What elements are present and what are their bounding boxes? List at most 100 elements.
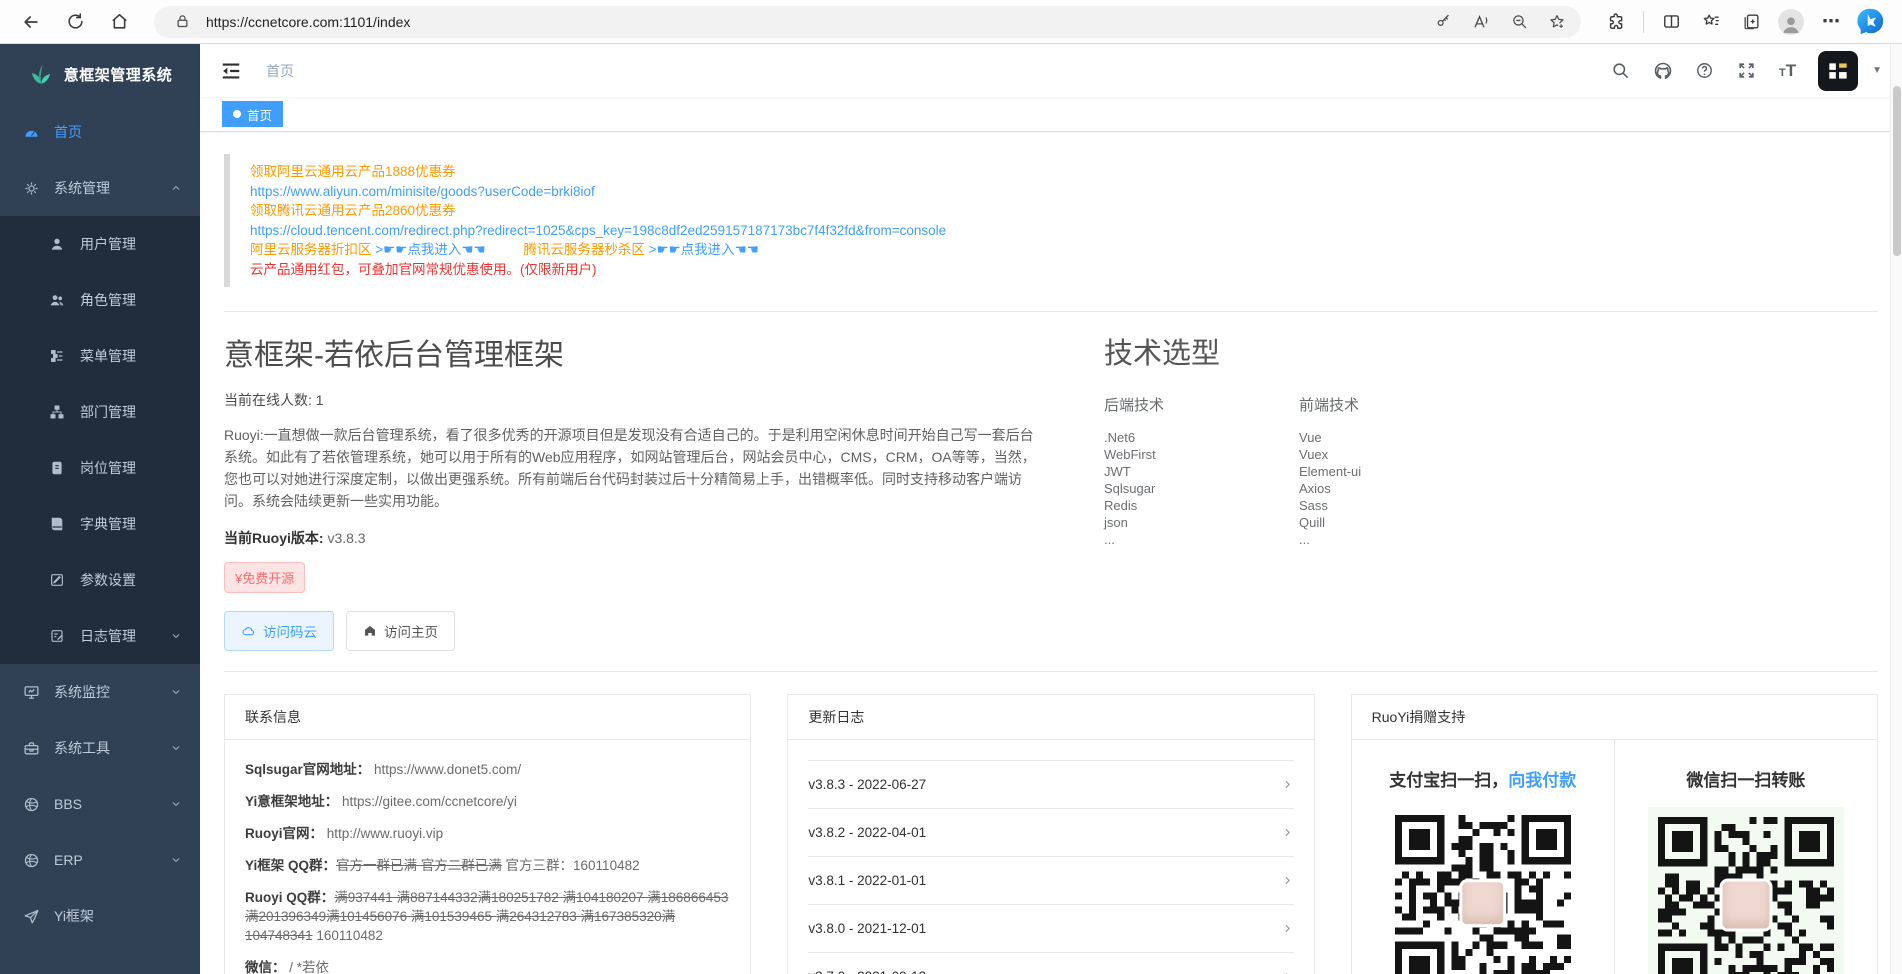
browser-toolbar: https://ccnetcore.com:1101/index (0, 0, 1902, 44)
log-icon (48, 627, 66, 645)
breadcrumb[interactable]: 首页 (266, 61, 294, 81)
tech-item: WebFirst (1104, 446, 1299, 463)
wechat-donate-column: 微信扫一扫转账 (1615, 740, 1877, 974)
refresh-icon[interactable] (58, 5, 92, 39)
fullscreen-icon[interactable] (1737, 61, 1757, 81)
aliyun-link[interactable]: https://www.aliyun.com/minisite/goods?us… (250, 182, 1858, 202)
user-icon (48, 235, 66, 253)
settings-more-icon[interactable]: ⋯ (1814, 5, 1848, 39)
notice-line: 领取腾讯云通用云产品2860优惠券 (250, 201, 1858, 221)
tencent-link[interactable]: https://cloud.tencent.com/redirect.php?r… (250, 221, 1858, 241)
changelog-item[interactable]: v3.8.1 - 2022-01-01 (808, 857, 1293, 905)
sidebar-item-label: 日志管理 (80, 626, 136, 646)
sidebar-item-post-mgmt[interactable]: 岗位管理 (0, 440, 200, 496)
extensions-icon[interactable] (1599, 5, 1633, 39)
sidebar-item-system-tools[interactable]: 系统工具 (0, 720, 200, 776)
visit-homepage-button[interactable]: 访问主页 (346, 611, 455, 651)
sidebar-item-label: 首页 (54, 122, 82, 142)
sidebar-item-bbs[interactable]: BBS (0, 776, 200, 832)
visit-gitee-button[interactable]: 访问码云 (224, 611, 334, 651)
ali-discount-link[interactable]: >☛☛点我进入☚☚ (375, 242, 485, 257)
contact-row: Sqlsugar官网地址： https://www.donet5.com/ (245, 760, 730, 779)
tech-title: 技术选型 (1104, 330, 1494, 372)
profile-avatar[interactable] (1774, 5, 1808, 39)
tencent-discount-link[interactable]: >☛☛点我进入☚☚ (649, 242, 759, 257)
contact-row: Ruoyi官网： http://www.ruoyi.vip (245, 824, 730, 843)
github-icon[interactable] (1653, 61, 1673, 81)
tech-item: json (1104, 514, 1299, 531)
sidebar-item-label: 用户管理 (80, 234, 136, 254)
chevron-down-icon (170, 854, 182, 866)
sidebar-item-dept-mgmt[interactable]: 部门管理 (0, 384, 200, 440)
zoom-out-icon[interactable] (1505, 8, 1533, 36)
url-text[interactable]: https://ccnetcore.com:1101/index (206, 14, 1419, 30)
read-aloud-icon[interactable] (1467, 8, 1495, 36)
add-favorite-icon[interactable] (1543, 8, 1571, 36)
chevron-right-icon (1281, 826, 1294, 839)
favorites-icon[interactable] (1694, 5, 1728, 39)
tech-item: Sqlsugar (1104, 480, 1299, 497)
contact-row: 微信： / *若依 (245, 958, 730, 974)
dashboard-icon (22, 123, 40, 141)
changelog-item[interactable]: v3.7.0 - 2021-09-13 (808, 953, 1293, 974)
split-screen-icon[interactable] (1654, 5, 1688, 39)
sidebar-item-label: 字典管理 (80, 514, 136, 534)
sidebar-item-erp[interactable]: ERP (0, 832, 200, 888)
post-badge-icon (48, 459, 66, 477)
version-line: 当前Ruoyi版本: v3.8.3 (224, 528, 1039, 548)
back-icon[interactable] (14, 5, 48, 39)
active-tab-dot (233, 110, 241, 118)
sidebar-item-role-mgmt[interactable]: 角色管理 (0, 272, 200, 328)
bing-chat-icon[interactable] (1854, 5, 1888, 39)
tencent-discount-label: 腾讯云服务器秒杀区 (523, 242, 645, 257)
search-icon[interactable] (1611, 61, 1631, 81)
qr-center-photo (1459, 879, 1507, 927)
sidebar-item-label: 系统监控 (54, 682, 110, 702)
chevron-down-icon (170, 686, 182, 698)
sidebar-item-label: 系统工具 (54, 738, 110, 758)
wechat-qr-code (1648, 807, 1844, 974)
page-scrollbar (1890, 44, 1902, 974)
home-icon[interactable] (102, 5, 136, 39)
font-size-icon[interactable]: TT (1779, 61, 1796, 81)
changelog-item[interactable]: v3.8.2 - 2022-04-01 (808, 809, 1293, 857)
scrollbar-thumb[interactable] (1893, 86, 1901, 256)
sidebar-item-system-mgmt[interactable]: 系统管理 (0, 160, 200, 216)
changelog-item[interactable]: v3.8.0 - 2021-12-01 (808, 905, 1293, 953)
backend-tech-title: 后端技术 (1104, 394, 1299, 415)
sidebar-item-system-monitor[interactable]: 系统监控 (0, 664, 200, 720)
sidebar-item-home[interactable]: 首页 (0, 104, 200, 160)
address-bar[interactable]: https://ccnetcore.com:1101/index (154, 6, 1581, 38)
alipay-qr-code (1395, 815, 1571, 974)
sidebar-item-label: 岗位管理 (80, 458, 136, 478)
chevron-up-icon (170, 182, 182, 194)
tech-item: ... (1104, 531, 1299, 548)
sidebar-item-dict-mgmt[interactable]: 字典管理 (0, 496, 200, 552)
tab-home[interactable]: 首页 (222, 101, 283, 127)
changelog-item[interactable]: v3.8.3 - 2022-06-27 (808, 761, 1293, 809)
tech-item: Redis (1104, 497, 1299, 514)
sidebar-collapse-icon[interactable] (220, 58, 246, 84)
frontend-tech-title: 前端技术 (1299, 394, 1494, 415)
sidebar-item-yi-framework[interactable]: Yi框架 (0, 888, 200, 944)
toolbar-divider (1643, 11, 1644, 33)
sidebar-item-param-settings[interactable]: 参数设置 (0, 552, 200, 608)
user-avatar[interactable] (1818, 51, 1858, 91)
sidebar-item-label: ERP (54, 852, 83, 868)
chevron-down-icon (170, 742, 182, 754)
collections-icon[interactable] (1734, 5, 1768, 39)
password-key-icon[interactable] (1429, 8, 1457, 36)
alipay-scan-label: 支付宝扫一扫， (1389, 771, 1508, 790)
sidebar-item-menu-mgmt[interactable]: 菜单管理 (0, 328, 200, 384)
alipay-pay-link[interactable]: 向我付款 (1508, 771, 1576, 790)
help-icon[interactable] (1695, 61, 1715, 81)
sidebar-item-log-mgmt[interactable]: 日志管理 (0, 608, 200, 664)
lock-icon (168, 8, 196, 36)
app-title: 意框架管理系统 (64, 64, 173, 85)
page-content: 领取阿里云通用云产品1888优惠券 https://www.aliyun.com… (200, 132, 1902, 974)
sidebar-item-user-mgmt[interactable]: 用户管理 (0, 216, 200, 272)
tech-item: .Net6 (1104, 429, 1299, 446)
chevron-right-icon (1281, 778, 1294, 791)
avatar-dropdown-caret[interactable]: ▼ (1872, 65, 1882, 76)
chevron-right-icon (1281, 874, 1294, 887)
